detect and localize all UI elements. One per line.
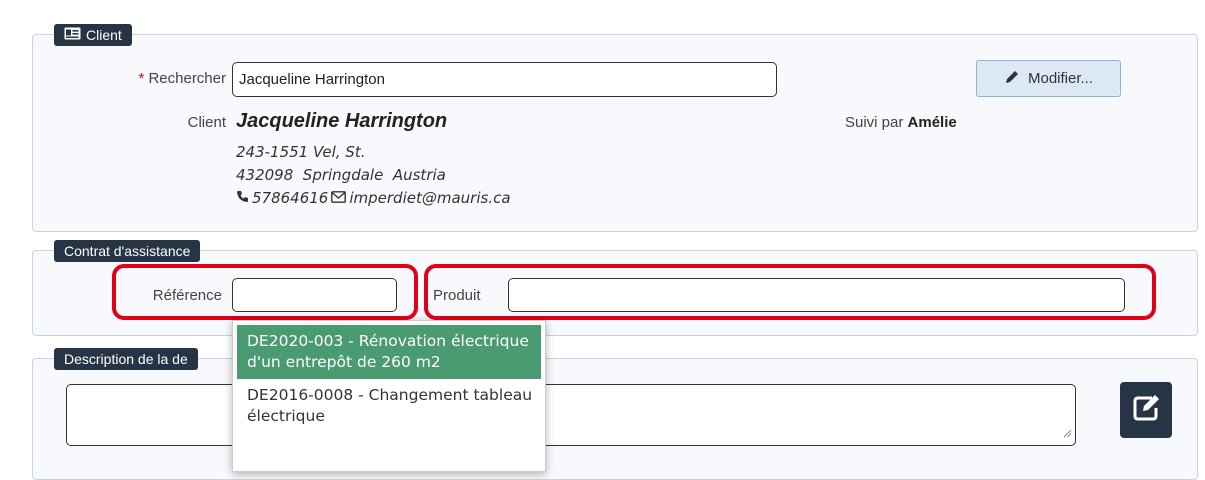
- client-email[interactable]: imperdiet@mauris.ca: [349, 189, 510, 207]
- client-legend-label: Client: [86, 27, 122, 43]
- client-phone: 57864616: [252, 189, 329, 207]
- client-name: Jacqueline Harrington: [236, 110, 448, 132]
- pencil-icon: [1004, 69, 1020, 89]
- followed-by-label: Suivi par: [845, 114, 904, 131]
- modify-button[interactable]: Modifier...: [976, 60, 1121, 97]
- reference-highlight: [112, 264, 418, 320]
- required-mark: *: [138, 70, 145, 87]
- contract-legend: Contrat d'assistance: [54, 240, 201, 262]
- reference-autocomplete-dropdown: DE2020-003 - Rénovation électrique d'un …: [232, 320, 546, 472]
- edit-icon: [1130, 392, 1162, 428]
- description-legend: Description de la de: [54, 348, 198, 370]
- dropdown-item[interactable]: DE2016-0008 - Changement tableau électri…: [233, 379, 545, 433]
- client-address-line2: 432098 Springdale Austria: [236, 166, 446, 184]
- resize-handle-icon[interactable]: [1063, 425, 1072, 442]
- client-label: Client: [187, 114, 226, 131]
- client-contact-line: 57864616 imperdiet@mauris.ca: [236, 189, 511, 207]
- search-label-text: Rechercher: [148, 70, 226, 87]
- followed-by: Suivi par Amélie: [845, 114, 957, 131]
- search-label: * Rechercher: [100, 70, 226, 87]
- dropdown-item[interactable]: DE2020-003 - Rénovation électrique d'un …: [237, 325, 541, 379]
- client-search-value: Jacqueline Harrington: [239, 71, 385, 88]
- client-legend: Client: [54, 24, 132, 46]
- client-search-input[interactable]: Jacqueline Harrington: [232, 62, 777, 97]
- description-textarea[interactable]: [66, 384, 1076, 446]
- modify-button-label: Modifier...: [1027, 70, 1094, 87]
- edit-description-button[interactable]: [1120, 382, 1172, 438]
- contact-card-icon: [64, 27, 81, 43]
- client-address-line1: 243-1551 Vel, St.: [236, 143, 366, 161]
- product-highlight: [424, 264, 1156, 320]
- email-icon: [331, 189, 347, 207]
- phone-icon: [236, 189, 249, 207]
- followed-by-name: Amélie: [907, 114, 957, 131]
